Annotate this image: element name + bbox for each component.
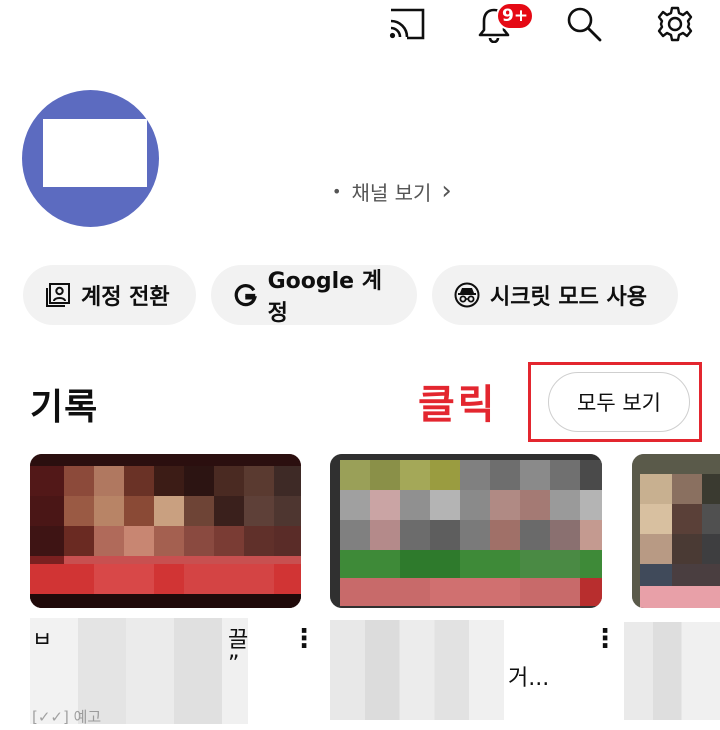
avatar-redaction [43, 119, 147, 187]
bullet: • [332, 181, 342, 201]
history-thumbnail-3[interactable] [632, 454, 720, 608]
view-channel-label: 채널 보기 [351, 180, 432, 205]
history-thumbnail-2[interactable] [330, 454, 602, 608]
switch-account-label: 계정 전환 [81, 285, 170, 310]
video-title-redaction-2 [330, 620, 504, 720]
video-title-fragment-2: 거... [508, 666, 550, 691]
search-button[interactable] [562, 4, 606, 44]
video-title-fragment-1a: ㅂ [32, 628, 53, 653]
view-all-button[interactable]: 모두 보기 [548, 372, 690, 432]
switch-account-icon [46, 283, 70, 307]
settings-button[interactable] [653, 4, 697, 44]
notification-badge: 9+ [496, 2, 535, 30]
history-thumbnail-1[interactable] [30, 454, 301, 608]
view-channel-link[interactable]: • 채널 보기 › [332, 176, 452, 206]
incognito-label: 시크릿 모드 사용 [490, 285, 647, 310]
pixelated-thumbnail-2 [330, 454, 602, 608]
click-annotation: 클릭 [418, 382, 498, 428]
incognito-chip[interactable]: 시크릿 모드 사용 [432, 265, 678, 325]
search-icon [567, 7, 602, 42]
more-options-icon-1[interactable]: ⋮ [291, 626, 317, 652]
video-title-fragment-1c: ” [228, 652, 240, 677]
avatar[interactable] [22, 90, 159, 227]
incognito-icon [454, 282, 480, 308]
google-account-chip[interactable]: Google 계정 [211, 265, 417, 326]
chevron-right-icon: › [441, 176, 452, 206]
cast-button[interactable] [383, 4, 427, 44]
more-options-icon-2[interactable]: ⋮ [592, 626, 618, 652]
video-title-redaction-3 [624, 622, 720, 720]
google-g-icon [234, 284, 257, 307]
history-title: 기록 [30, 387, 99, 428]
switch-account-chip[interactable]: 계정 전환 [23, 265, 196, 325]
video-tag-1: [✓✓] 예고 [32, 708, 102, 726]
cast-icon [389, 8, 425, 40]
google-account-label: Google 계정 [267, 269, 382, 326]
pixelated-thumbnail-1 [30, 454, 301, 608]
video-title-fragment-1b: 끌 [228, 628, 249, 653]
gear-icon [657, 6, 693, 42]
pixelated-thumbnail-3 [632, 454, 720, 608]
